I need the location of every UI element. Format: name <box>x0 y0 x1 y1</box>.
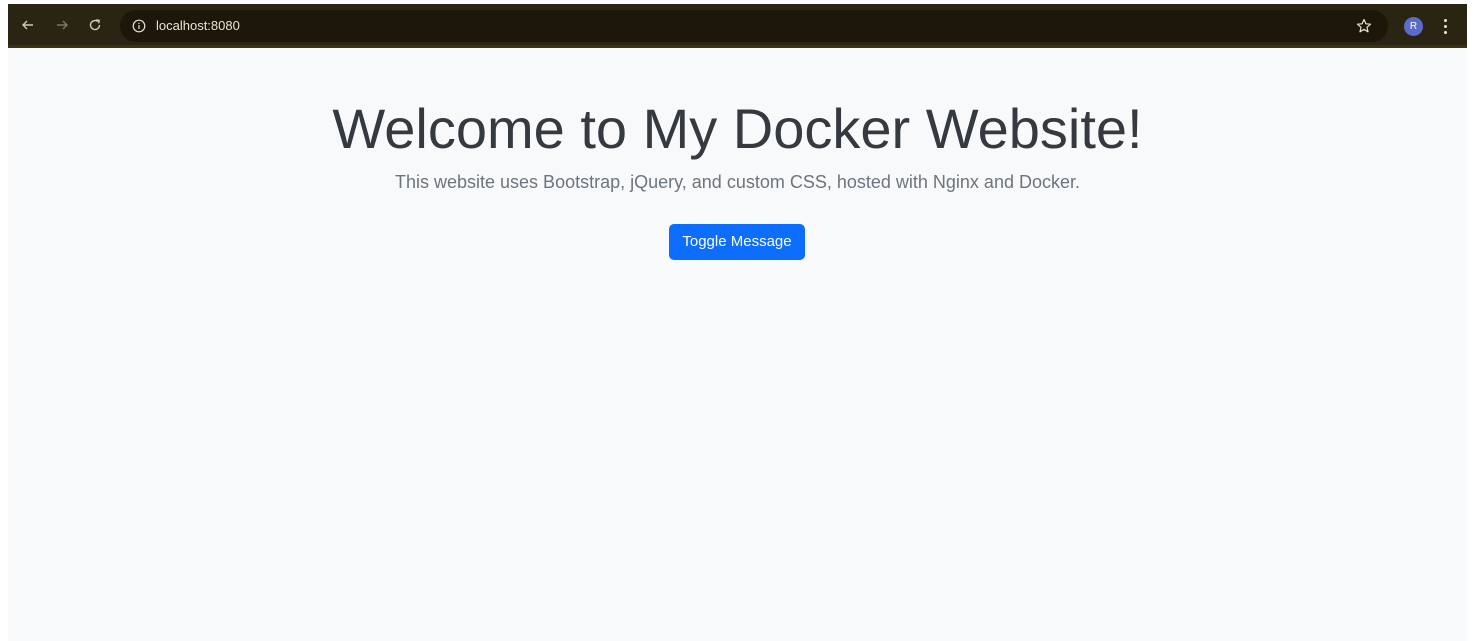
lead-text: This website uses Bootstrap, jQuery, and… <box>395 172 1080 192</box>
kebab-menu-icon[interactable] <box>1438 15 1452 37</box>
page-content: Welcome to My Docker Website! This websi… <box>8 51 1467 641</box>
toggle-message-button[interactable]: Toggle Message <box>669 224 805 260</box>
page-title: Welcome to My Docker Website! <box>332 97 1143 160</box>
reload-icon-glyph <box>89 19 101 31</box>
arrow-left-icon[interactable] <box>17 14 39 36</box>
browser-window: localhost:8080 R Welcome to My Docker We… <box>8 4 1467 641</box>
star-icon[interactable] <box>1354 16 1374 36</box>
info-circle-icon[interactable] <box>130 17 147 34</box>
menu-dot <box>1443 24 1447 28</box>
star-icon-glyph <box>1356 18 1372 33</box>
browser-toolbar: localhost:8080 R <box>8 4 1467 48</box>
menu-dot <box>1443 30 1447 34</box>
arrow-right-icon[interactable] <box>51 14 73 36</box>
url-text[interactable]: localhost:8080 <box>156 18 240 34</box>
arrow-left-icon-glyph <box>22 20 33 30</box>
avatar-initial: R <box>1409 21 1418 32</box>
address-bar[interactable]: localhost:8080 <box>120 10 1388 42</box>
info-circle-icon-glyph <box>132 19 145 32</box>
reload-icon[interactable] <box>84 14 106 36</box>
avatar[interactable]: R <box>1404 17 1423 36</box>
menu-dot <box>1443 18 1447 22</box>
arrow-right-icon-glyph <box>57 20 68 30</box>
